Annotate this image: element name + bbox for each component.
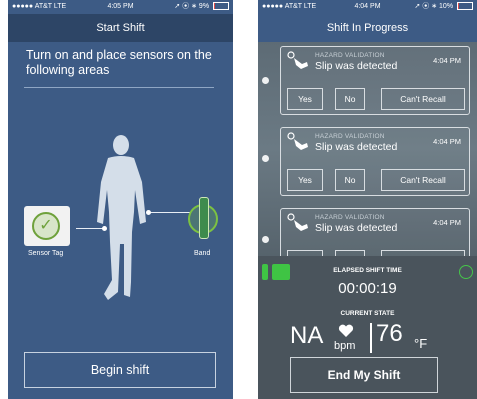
status-bar: ●●●●● AT&T LTE 4:04 PM ➚ ⦿ ∗ 10% <box>258 0 477 14</box>
hazard-card: HAZARD VALIDATION Slip was detected 4:04… <box>280 46 470 115</box>
timeline-dot <box>262 236 269 243</box>
card-message: Slip was detected <box>315 141 398 153</box>
page-title: Shift In Progress <box>258 14 477 42</box>
hazard-card: HAZARD VALIDATION Slip was detected 4:04… <box>280 127 470 196</box>
yes-button[interactable]: Yes <box>287 169 323 191</box>
battery-icon <box>457 2 473 11</box>
band-label: Band <box>194 250 211 257</box>
page-title: Start Shift <box>8 14 233 42</box>
card-kind: HAZARD VALIDATION <box>315 52 385 59</box>
no-button[interactable]: No <box>335 88 365 110</box>
shift-status-panel: ELAPSED SHIFT TIME 00:00:19 CURRENT STAT… <box>258 256 477 399</box>
temperature-unit: °F <box>414 336 428 351</box>
elapsed-time: 00:00:19 <box>338 280 397 297</box>
card-kind: HAZARD VALIDATION <box>315 214 385 221</box>
sensor-tag-label: Sensor Tag <box>28 250 64 257</box>
cant-recall-button[interactable]: Can't Recall <box>381 169 465 191</box>
band-line <box>148 212 190 213</box>
sensor-tag-icon[interactable]: ✓ <box>24 206 70 246</box>
band-icon[interactable] <box>188 197 218 239</box>
timeline-dot <box>262 77 269 84</box>
cant-recall-button[interactable]: Can't Recall <box>381 88 465 110</box>
check-icon: ✓ <box>32 212 60 240</box>
shift-in-progress-screen: ●●●●● AT&T LTE 4:04 PM ➚ ⦿ ∗ 10% Shift I… <box>258 0 477 399</box>
hazard-feed[interactable]: HAZARD VALIDATION Slip was detected 4:04… <box>258 42 477 256</box>
yes-button[interactable]: Yes <box>287 88 323 110</box>
heart-icon <box>338 324 354 337</box>
timeline-dot <box>262 155 269 162</box>
heart-rate-value: NA <box>290 322 324 349</box>
no-button[interactable]: No <box>335 169 365 191</box>
temperature-value: 76 <box>376 320 403 347</box>
band-device <box>199 197 209 239</box>
instruction-text: Turn on and place sensors on the followi… <box>26 48 212 77</box>
card-time: 4:04 PM <box>433 56 461 65</box>
end-shift-button[interactable]: End My Shift <box>290 357 438 393</box>
state-separator <box>370 323 372 353</box>
status-right-text: ➚ ⦿ ∗ 9% <box>174 3 210 10</box>
heart-unit: bpm <box>334 340 356 352</box>
card-message: Slip was detected <box>315 222 398 234</box>
hand-slip-icon <box>287 51 308 69</box>
divider <box>24 87 214 88</box>
status-icons: ➚ ⦿ ∗ 10% <box>414 0 473 14</box>
band-dot <box>146 210 151 215</box>
body-figure-icon <box>97 135 146 300</box>
begin-shift-button[interactable]: Begin shift <box>24 352 216 388</box>
sensor-tag-dot <box>102 226 107 231</box>
hand-slip-icon <box>287 132 308 150</box>
sensor-tag-line <box>76 228 104 229</box>
start-shift-screen: ●●●●● AT&T LTE 4:05 PM ➚ ⦿ ∗ 9% Start Sh… <box>8 0 233 399</box>
card-time: 4:04 PM <box>433 218 461 227</box>
card-kind: HAZARD VALIDATION <box>315 133 385 140</box>
hazard-card: HAZARD VALIDATION Slip was detected 4:04… <box>280 208 470 256</box>
card-time: 4:04 PM <box>433 137 461 146</box>
card-message: Slip was detected <box>315 60 398 72</box>
battery-icon <box>213 2 229 11</box>
hand-slip-icon <box>287 213 308 231</box>
status-bar: ●●●●● AT&T LTE 4:05 PM ➚ ⦿ ∗ 9% <box>8 0 233 14</box>
status-right-text: ➚ ⦿ ∗ 10% <box>414 3 454 10</box>
status-icons: ➚ ⦿ ∗ 9% <box>174 0 229 14</box>
current-state-label: CURRENT STATE <box>340 310 395 317</box>
elapsed-label: ELAPSED SHIFT TIME <box>333 267 402 274</box>
